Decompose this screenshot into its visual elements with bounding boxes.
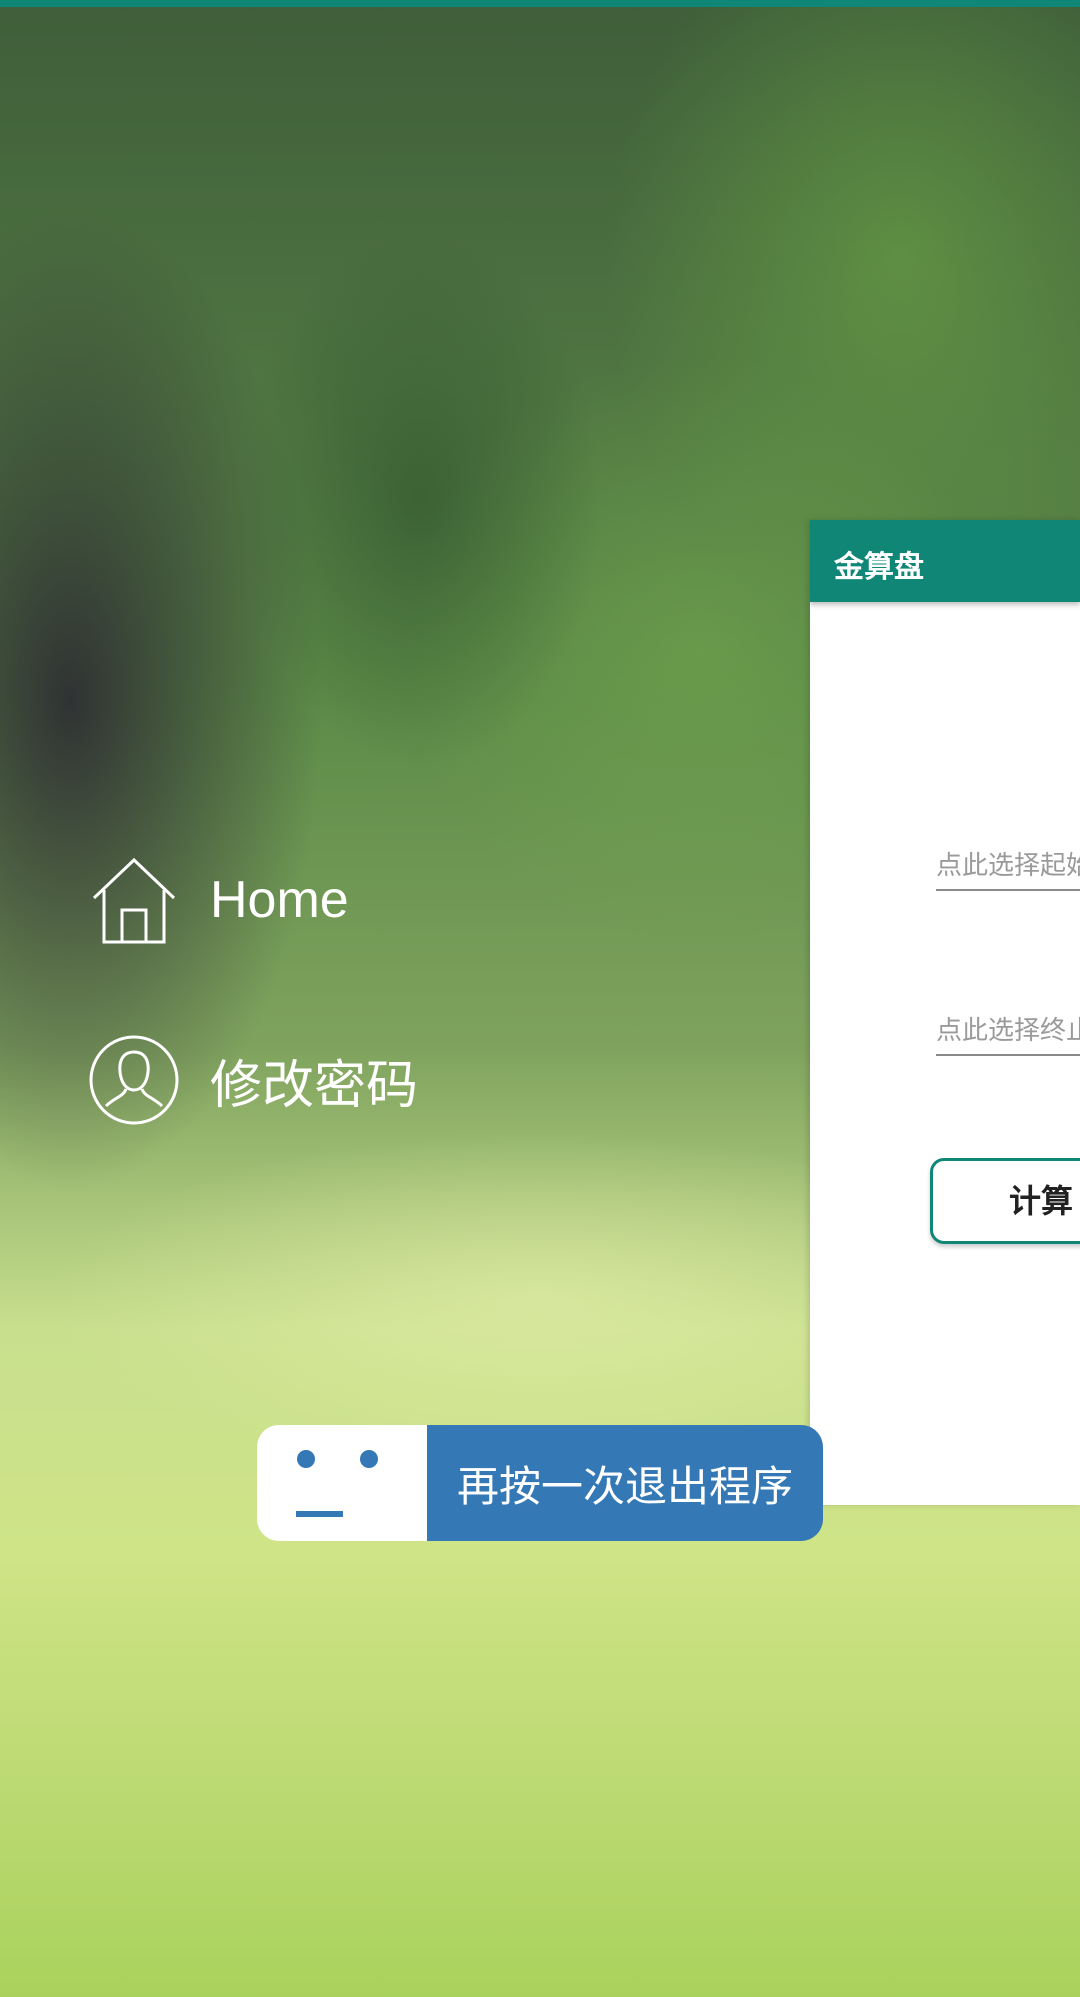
user-icon (88, 1034, 180, 1126)
home-icon (88, 854, 180, 946)
drawer-item-home[interactable]: Home (88, 852, 349, 948)
calculator-panel: 金算盘 点此选择起始日期 点此选择终止日期 计算 (810, 520, 1080, 1505)
status-bar-accent (0, 0, 1080, 7)
calculate-button[interactable]: 计算 (930, 1158, 1080, 1244)
app-screen: Home 修改密码 金算盘 点此选择起始日期 点此选择终止日期 计算 (0, 0, 1080, 1997)
exit-toast: 再按一次退出程序 (257, 1425, 823, 1541)
app-bar: 金算盘 (810, 520, 1080, 602)
face-icon (257, 1425, 427, 1541)
drawer-item-label: Home (210, 871, 349, 929)
start-date-field[interactable]: 点此选择起始日期 (936, 843, 1080, 891)
app-title: 金算盘 (834, 550, 924, 585)
drawer-item-change-password[interactable]: 修改密码 (88, 1032, 418, 1128)
drawer-item-label: 修改密码 (210, 1056, 419, 1115)
toast-message: 再按一次退出程序 (427, 1425, 823, 1541)
end-date-field[interactable]: 点此选择终止日期 (936, 1008, 1080, 1056)
